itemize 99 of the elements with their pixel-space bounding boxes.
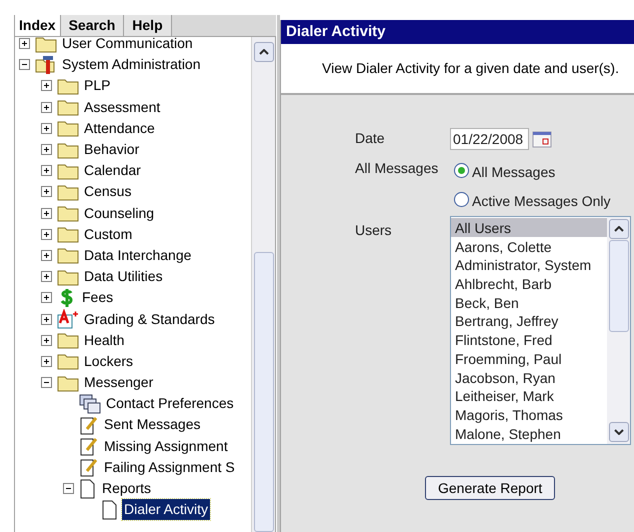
folder-icon xyxy=(57,119,79,138)
field-label: Users xyxy=(355,221,393,240)
expand-toggle[interactable] xyxy=(41,186,52,198)
expand-toggle[interactable] xyxy=(41,334,52,346)
list-item[interactable]: Froemming, Paul xyxy=(451,348,607,368)
folder-icon xyxy=(57,140,79,159)
caret-up-icon xyxy=(614,226,624,232)
expand-toggle[interactable] xyxy=(41,314,52,325)
folder-icon xyxy=(57,246,79,264)
caret-up-icon xyxy=(258,49,268,55)
notepad-icon xyxy=(79,457,99,478)
expand-toggle[interactable] xyxy=(41,250,52,261)
calendar-icon[interactable] xyxy=(532,130,552,148)
date-field[interactable]: 01/22/2008 xyxy=(450,128,529,150)
expand-toggle[interactable] xyxy=(41,165,52,176)
list-item[interactable]: Leitheiser, Mark xyxy=(451,386,607,405)
tree-item[interactable]: Sent Messages xyxy=(102,414,202,436)
expand-toggle[interactable] xyxy=(41,144,52,156)
expand-toggle[interactable] xyxy=(41,271,52,282)
grade-icon xyxy=(57,309,79,330)
radio-button[interactable] xyxy=(454,192,469,207)
folder-icon xyxy=(57,204,79,222)
scroll-thumb[interactable] xyxy=(608,240,628,332)
folder-icon xyxy=(57,352,79,370)
users-listbox[interactable]: All Users Aarons, Colette Administrator, System Ahlbrecht, Barb Beck, Ben Bertrang, Jeffrey Flintstone, Fred Froemming, Paul Jacobson, Ryan Leitheiser, Mark Magoris, Thomas Malone, Stephen xyxy=(450,216,631,445)
list-item[interactable]: Magoris, Thomas xyxy=(451,404,607,424)
radio-label: Active Messages Only xyxy=(472,192,610,211)
tree-item[interactable]: Failing Assignment S xyxy=(102,456,237,478)
list-item[interactable]: Malone, Stephen xyxy=(451,424,607,442)
field-label: All Messages xyxy=(355,159,440,178)
description-text: View Dialer Activity for a given date and user(s). xyxy=(322,59,619,78)
tree-item[interactable]: Behavior xyxy=(82,139,142,160)
notepad-icon xyxy=(79,436,99,456)
tree-item[interactable]: Census xyxy=(82,181,134,202)
tree-item[interactable]: Reports xyxy=(100,478,154,500)
scrollbar[interactable] xyxy=(251,37,275,532)
tree-item[interactable]: Grading & Standards xyxy=(82,308,217,330)
tree-item[interactable]: Fees xyxy=(80,287,116,308)
expand-toggle[interactable] xyxy=(41,228,52,240)
folder-icon xyxy=(57,331,79,350)
panel-title: Dialer Activity xyxy=(281,20,634,44)
expand-toggle[interactable] xyxy=(41,122,52,134)
list-item[interactable]: Flintstone, Fred xyxy=(451,330,607,349)
list-item[interactable]: Beck, Ben xyxy=(451,292,607,312)
tree-item[interactable]: Calendar xyxy=(82,160,143,182)
document-icon xyxy=(79,478,97,499)
collapse-toggle[interactable] xyxy=(19,59,30,70)
tree-item[interactable]: Data Interchange xyxy=(82,244,194,266)
folder-icon xyxy=(57,182,79,201)
tree-item[interactable]: System Administration xyxy=(60,54,202,76)
expand-toggle[interactable] xyxy=(41,292,52,304)
tree-item[interactable]: Custom xyxy=(82,224,134,245)
scroll-down-button[interactable] xyxy=(608,422,628,442)
expand-toggle[interactable] xyxy=(19,38,30,50)
tree-item[interactable]: Contact Preferences xyxy=(104,393,236,414)
folder-icon xyxy=(57,76,79,95)
list-item[interactable]: Bertrang, Jeffrey xyxy=(451,311,607,330)
tree-item[interactable]: Missing Assignment xyxy=(102,436,230,457)
tree-item[interactable]: Health xyxy=(82,330,126,351)
tree-item[interactable]: PLP xyxy=(82,75,112,96)
folder-icon xyxy=(57,162,79,180)
scroll-up-button[interactable] xyxy=(608,219,628,239)
windows-icon xyxy=(79,394,101,414)
tree-item[interactable]: Attendance xyxy=(82,118,157,139)
tree-item[interactable]: Counseling xyxy=(82,202,156,224)
tree-item[interactable]: Dialer Activity xyxy=(122,499,210,520)
folder-icon xyxy=(57,98,79,116)
list-item[interactable]: Ahlbrecht, Barb xyxy=(451,274,607,293)
collapse-toggle[interactable] xyxy=(63,483,74,494)
caret-down-icon xyxy=(614,429,624,435)
tree-item[interactable]: Lockers xyxy=(82,350,136,372)
notepad-icon xyxy=(79,414,99,435)
list-item[interactable]: Administrator, System xyxy=(451,255,607,274)
collapse-toggle[interactable] xyxy=(41,377,52,388)
tab[interactable]: Index xyxy=(15,15,61,36)
folder-icon xyxy=(57,225,79,244)
tab[interactable]: Help xyxy=(124,15,172,36)
expand-toggle[interactable] xyxy=(41,80,52,92)
folder-icon xyxy=(57,268,79,286)
tree-item[interactable]: Data Utilities xyxy=(82,266,165,288)
tools-icon xyxy=(35,54,57,75)
field-label: Date xyxy=(355,129,386,148)
list-item[interactable]: Aarons, Colette xyxy=(451,236,607,256)
expand-toggle[interactable] xyxy=(41,208,52,219)
tree-item[interactable]: Assessment xyxy=(82,96,162,118)
tree-item[interactable]: User Communication xyxy=(60,37,195,54)
generate-report-button[interactable]: Generate Report xyxy=(425,476,556,500)
expand-toggle[interactable] xyxy=(41,356,52,367)
list-item[interactable]: Jacobson, Ryan xyxy=(451,368,607,386)
document-icon xyxy=(101,500,119,520)
radio-button[interactable] xyxy=(454,163,469,178)
tree-item[interactable]: Messenger xyxy=(82,372,156,394)
radio-label: All Messages xyxy=(472,163,556,182)
scroll-up-button[interactable] xyxy=(254,42,274,62)
folder-icon xyxy=(57,374,79,392)
list-item[interactable]: All Users xyxy=(451,218,607,237)
scroll-thumb[interactable] xyxy=(254,252,274,532)
tab[interactable]: Search xyxy=(60,15,124,36)
expand-toggle[interactable] xyxy=(41,102,52,113)
